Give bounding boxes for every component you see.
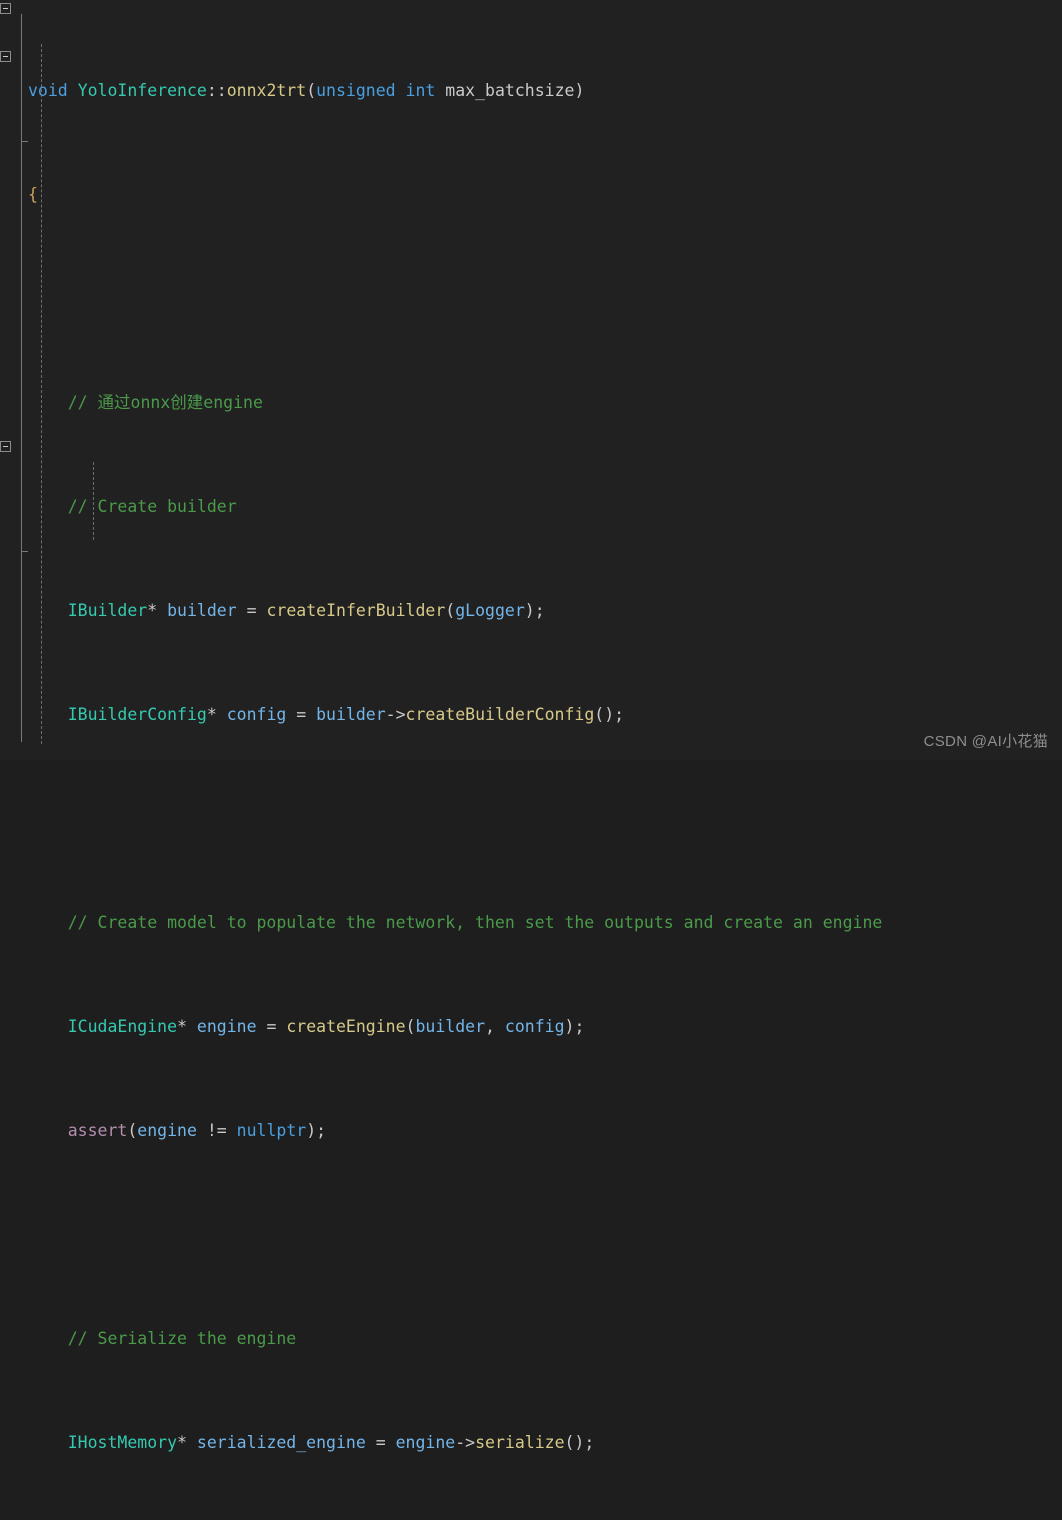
code-line: void YoloInference::onnx2trt(unsigned in… [28,81,585,100]
fold-marker-if-block[interactable] [0,441,11,452]
code-line: // Create builder [67,497,237,516]
code-line: // Create model to populate the network,… [67,913,883,932]
code-line: assert(engine != nullptr); [67,1121,327,1140]
code-line: IBuilderConfig* config = builder->create… [67,705,625,724]
code-line: // 通过onnx创建engine [67,393,263,412]
code-content[interactable]: void YoloInference::onnx2trt(unsigned in… [28,0,1062,1452]
fold-rail-function-tail [21,142,22,742]
code-line: IBuilder* builder = createInferBuilder(g… [67,601,545,620]
code-editor-pane[interactable]: void YoloInference::onnx2trt(unsigned in… [0,0,1062,1452]
csdn-watermark: CSDN @AI小花猫 [923,733,1048,750]
code-line: ICudaEngine* engine = createEngine(build… [67,1017,585,1036]
fold-marker-body[interactable] [0,51,11,62]
code-line: { [28,185,38,204]
fold-marker-function[interactable] [0,3,11,14]
code-line: IHostMemory* serialized_engine = engine-… [67,1433,595,1452]
code-line: // Serialize the engine [67,1329,297,1348]
